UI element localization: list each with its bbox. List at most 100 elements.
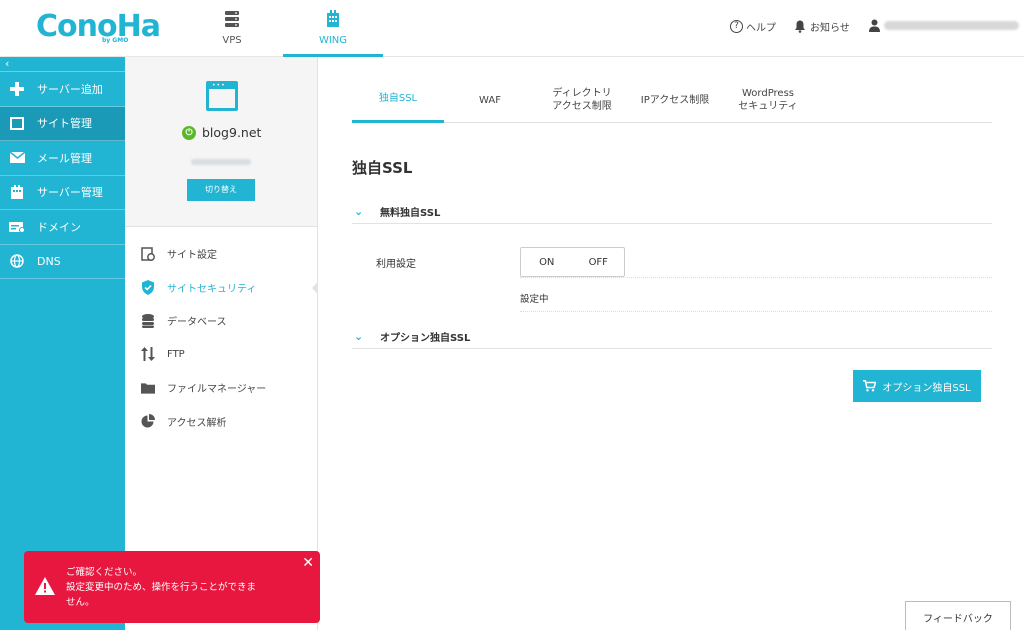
- site-name-row: ⏻ blog9.net: [182, 125, 261, 140]
- submenu-database[interactable]: データベース: [125, 304, 317, 338]
- sidebar-item-label: サーバー管理: [37, 186, 103, 200]
- submenu-ftp[interactable]: FTP: [125, 338, 317, 372]
- submenu-label: ファイルマネージャー: [167, 384, 267, 396]
- notice-link[interactable]: お知らせ: [794, 19, 850, 34]
- sidebar-collapse-button[interactable]: ‹: [0, 57, 125, 72]
- tab-waf[interactable]: WAF: [444, 77, 536, 123]
- site-name: blog9.net: [202, 125, 262, 140]
- main-content: 独自SSL WAF ディレクトリ アクセス制限 IPアクセス制限 WordPre…: [319, 57, 1024, 630]
- tab-wordpress-security[interactable]: WordPress セキュリティ: [722, 77, 814, 123]
- tab-label: ディレクトリ アクセス制限: [552, 87, 612, 113]
- help-icon: ?: [730, 20, 743, 33]
- tab-ip-access[interactable]: IPアクセス制限: [628, 77, 722, 123]
- tab-label: 独自SSL: [378, 93, 418, 104]
- feedback-button[interactable]: フィードバック: [905, 601, 1011, 630]
- user-menu[interactable]: [869, 19, 1019, 32]
- tab-directory-access[interactable]: ディレクトリ アクセス制限: [536, 77, 628, 123]
- submenu-site-security[interactable]: サイトセキュリティ: [125, 271, 318, 305]
- conoha-logo[interactable]: ConoHa by GMO: [36, 9, 161, 46]
- help-link[interactable]: ? ヘルプ: [730, 19, 776, 34]
- transfer-icon: [141, 347, 155, 362]
- sidebar-item-label: DNS: [37, 254, 61, 268]
- cart-icon: [863, 380, 877, 392]
- power-icon: ⏻: [182, 125, 196, 140]
- sidebar-item-domain[interactable]: ドメイン: [0, 210, 125, 245]
- folder-icon: [141, 381, 155, 395]
- page-title: 独自SSL: [352, 159, 413, 177]
- nav-tab-vps[interactable]: VPS: [182, 0, 282, 57]
- site-submenu-panel: ••• ⏻ blog9.net 切り替え サイト設定 サイトセキュリティ データ…: [125, 57, 318, 630]
- ssl-on-off-toggle: ON OFF: [520, 247, 625, 277]
- accordion-free-ssl[interactable]: ⌄ 無料独自SSL: [352, 200, 992, 224]
- status-text: 設定中: [520, 294, 549, 305]
- alert-message: ご確認ください。 設定変更中のため、操作を行うことができま せん。: [66, 565, 301, 610]
- building-icon: [327, 10, 339, 27]
- sidebar-item-site-management[interactable]: サイト管理: [0, 106, 125, 141]
- bell-icon: [795, 20, 805, 33]
- alert-line3: せん。: [66, 597, 95, 608]
- tab-label-line2: アクセス制限: [552, 101, 612, 112]
- submenu-site-settings[interactable]: サイト設定: [125, 237, 317, 271]
- tab-label: IPアクセス制限: [640, 94, 710, 106]
- logo-sub: by GMO: [102, 37, 129, 44]
- alert-line1: ご確認ください。: [66, 567, 143, 578]
- tab-label: WordPress セキュリティ: [738, 87, 797, 113]
- user-icon: [869, 19, 880, 32]
- help-label: ヘルプ: [746, 23, 776, 34]
- window-icon: [9, 116, 25, 130]
- tab-custom-ssl[interactable]: 独自SSL: [352, 77, 444, 123]
- tab-label-line1: WordPress: [741, 88, 795, 99]
- divider: [520, 277, 992, 278]
- server-icon: [225, 11, 239, 27]
- submenu-access-analysis[interactable]: アクセス解析: [125, 405, 317, 439]
- toggle-on-button[interactable]: ON: [521, 257, 573, 268]
- server-box-icon: [9, 185, 25, 200]
- sidebar-item-mail-management[interactable]: メール管理: [0, 141, 125, 176]
- sidebar-item-dns[interactable]: DNS: [0, 245, 125, 279]
- submenu-label: FTP: [167, 348, 185, 360]
- submenu-label: サイト設定: [167, 250, 217, 262]
- plus-icon: [9, 81, 25, 96]
- top-header: ConoHa by GMO VPS WING ? ヘルプ お知らせ: [0, 0, 1024, 57]
- tab-label-line2: セキュリティ: [738, 101, 798, 112]
- security-tabs: 独自SSL WAF ディレクトリ アクセス制限 IPアクセス制限 WordPre…: [352, 77, 992, 123]
- nav-tab-wing[interactable]: WING: [283, 0, 383, 57]
- sidebar-item-server-management[interactable]: サーバー管理: [0, 176, 125, 210]
- sidebar-item-label: ドメイン: [37, 220, 81, 234]
- main-sidebar: ‹ サーバー追加 サイト管理 メール管理 サーバー管理 ドメイン DNS: [0, 57, 125, 630]
- database-icon: [141, 313, 155, 328]
- site-card: ••• ⏻ blog9.net 切り替え: [125, 57, 317, 227]
- domain-icon: [9, 220, 25, 234]
- notice-label: お知らせ: [810, 23, 850, 34]
- shield-icon: [141, 279, 155, 295]
- error-alert: ご確認ください。 設定変更中のため、操作を行うことができま せん。 ✕: [24, 551, 320, 623]
- alert-line2: 設定変更中のため、操作を行うことができま: [66, 582, 257, 593]
- accordion-label: オプション独自SSL: [380, 333, 471, 344]
- user-email-redacted: [884, 21, 1019, 30]
- submenu-file-manager[interactable]: ファイルマネージャー: [125, 371, 317, 405]
- accordion-label: 無料独自SSL: [380, 208, 441, 219]
- option-ssl-button[interactable]: オプション独自SSL: [853, 370, 981, 402]
- option-ssl-button-label: オプション独自SSL: [882, 382, 971, 394]
- warning-icon: [35, 577, 55, 595]
- sidebar-item-label: サイト管理: [37, 117, 92, 131]
- chevron-down-icon: ⌄: [354, 205, 364, 218]
- site-submenu: サイト設定 サイトセキュリティ データベース FTP ファイルマネージャー アク…: [125, 227, 318, 439]
- site-settings-icon: [141, 247, 155, 261]
- tab-label: WAF: [479, 94, 501, 106]
- nav-tab-vps-label: VPS: [222, 35, 242, 46]
- site-info-redacted: [191, 159, 251, 165]
- browser-window-icon: •••: [206, 81, 238, 111]
- toggle-off-button[interactable]: OFF: [573, 257, 625, 268]
- sidebar-item-label: メール管理: [37, 151, 92, 165]
- chevron-down-icon: ⌄: [354, 330, 364, 343]
- submenu-label: サイトセキュリティ: [167, 283, 257, 295]
- divider: [520, 311, 992, 312]
- logo-text: ConoHa: [36, 9, 161, 44]
- switch-site-button[interactable]: 切り替え: [187, 179, 255, 201]
- usage-setting-label: 利用設定: [376, 259, 416, 270]
- close-icon[interactable]: ✕: [302, 555, 314, 571]
- sidebar-item-add-server[interactable]: サーバー追加: [0, 72, 125, 107]
- sidebar-item-label: サーバー追加: [37, 82, 103, 96]
- accordion-option-ssl[interactable]: ⌄ オプション独自SSL: [352, 325, 992, 349]
